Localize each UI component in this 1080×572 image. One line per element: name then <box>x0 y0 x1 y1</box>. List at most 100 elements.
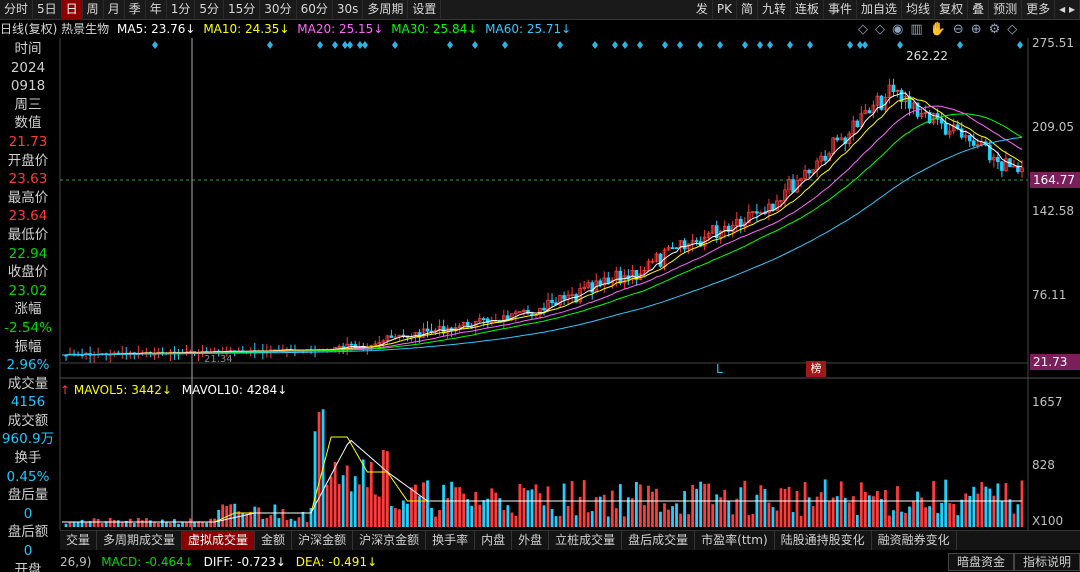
candle-body <box>349 343 353 346</box>
price-axis-label: 209.05 <box>1032 120 1074 134</box>
low-label: 21.34 <box>204 354 233 365</box>
volume-bar <box>651 491 654 527</box>
volume-bar <box>434 516 437 527</box>
indicator-tab[interactable]: 盘后成交量 <box>622 531 696 550</box>
volume-bar <box>273 504 277 527</box>
volume-bar <box>839 481 843 527</box>
signal-diamond-icon <box>742 41 748 49</box>
volume-bar <box>767 502 771 527</box>
candle-body <box>823 155 827 161</box>
signal-diamond-icon <box>697 41 703 49</box>
ma20-line <box>62 105 1023 356</box>
indicator-tab[interactable]: 交量 <box>60 531 98 550</box>
volume-bar <box>494 492 498 527</box>
candle-body <box>791 179 795 193</box>
volume-bar <box>253 506 257 527</box>
volume-bar <box>751 513 755 527</box>
indicator-tab[interactable]: 外盘 <box>512 531 550 550</box>
price-axis-label: 142.58 <box>1032 204 1074 218</box>
indicator-help-button[interactable]: 指标说明 <box>1013 553 1080 571</box>
volume-bar <box>128 518 132 527</box>
volume-bar <box>317 411 321 527</box>
signal-diamond-icon <box>332 41 338 49</box>
dark-pool-button[interactable]: 暗盘资金 <box>947 553 1014 571</box>
indicator-tab[interactable]: 金额 <box>255 531 293 550</box>
indicator-tab[interactable]: 多周期成交量 <box>97 531 183 550</box>
volume-bar <box>727 500 731 527</box>
volume-bar <box>442 484 445 527</box>
volume-bar <box>189 518 192 527</box>
volume-bar <box>281 509 285 527</box>
volume-bar <box>538 493 542 527</box>
volume-bar <box>594 497 598 527</box>
volume-bar <box>759 485 763 527</box>
volume-bar <box>173 519 176 527</box>
volume-bar <box>357 484 361 527</box>
candle-body <box>891 84 896 92</box>
volume-bar <box>458 487 462 527</box>
signal-diamond-icon <box>757 41 763 49</box>
candle-body <box>674 247 679 250</box>
volume-bar <box>349 491 353 527</box>
candle-body <box>1000 161 1004 171</box>
macd-params: 26,9) <box>60 555 92 569</box>
price-axis-label: 275.51 <box>1032 36 1074 50</box>
volume-bar <box>438 510 441 527</box>
volume-bar <box>381 449 385 527</box>
volume-bar <box>177 523 180 527</box>
volume-bar <box>928 506 931 527</box>
volume-bar <box>486 498 490 527</box>
volume-bar <box>345 465 349 527</box>
volume-bar <box>241 512 245 527</box>
volume-bar <box>618 484 622 527</box>
candle-body <box>996 156 1000 163</box>
volume-bar <box>450 481 454 527</box>
volume-bar <box>389 505 393 527</box>
indicator-tab[interactable]: 立桩成交量 <box>549 531 623 550</box>
volume-bar <box>490 488 494 527</box>
volume-bar <box>912 501 915 527</box>
candle-body <box>550 299 554 304</box>
volume-bar <box>112 519 116 527</box>
volume-bar <box>880 499 883 527</box>
volume-bar <box>341 475 345 527</box>
signal-diamond-icon <box>787 41 793 49</box>
volume-bar <box>301 511 305 527</box>
volume-bar <box>120 522 124 527</box>
volume-bar <box>723 489 727 527</box>
volume-bar <box>944 479 948 527</box>
indicator-tab[interactable]: 沪深京金额 <box>353 531 427 550</box>
signal-diamond-icon <box>622 41 628 49</box>
indicator-tab[interactable]: 陆股通持股变化 <box>775 531 872 550</box>
volume-bar <box>811 506 815 527</box>
volume-bar <box>566 505 570 527</box>
bang-marker[interactable]: 榜 <box>806 361 826 377</box>
volume-bar <box>924 507 927 527</box>
indicator-tab[interactable]: 沪深金额 <box>292 531 354 550</box>
volume-bar <box>430 507 433 527</box>
volume-axis-label: 828 <box>1032 458 1055 472</box>
indicator-tab[interactable]: 内盘 <box>475 531 513 550</box>
volume-bar <box>325 484 329 527</box>
volume-bar <box>900 511 903 527</box>
volume-bar <box>558 515 562 527</box>
volume-bar <box>1016 504 1020 527</box>
volume-bar <box>221 504 225 527</box>
volume-bar <box>285 520 289 527</box>
volume-bar <box>209 518 213 527</box>
bottom-buttons: 暗盘资金 指标说明 <box>947 553 1080 571</box>
signal-diamond-icon <box>847 41 853 49</box>
indicator-tab[interactable]: 市盈率(ttm) <box>695 531 775 550</box>
volume-bar <box>647 485 650 527</box>
kline-chart[interactable] <box>0 0 1080 572</box>
volume-bar <box>152 522 156 527</box>
indicator-tab[interactable]: 融资融券变化 <box>872 531 957 550</box>
candle-body <box>807 169 811 174</box>
volume-bar <box>470 505 474 527</box>
indicator-tab[interactable]: 换手率 <box>426 531 476 550</box>
volume-bar <box>775 510 779 527</box>
volume-bar <box>289 518 293 527</box>
indicator-tab[interactable]: 虚拟成交量 <box>182 531 256 550</box>
volume-bar <box>807 497 811 527</box>
volume-bar <box>562 483 566 527</box>
